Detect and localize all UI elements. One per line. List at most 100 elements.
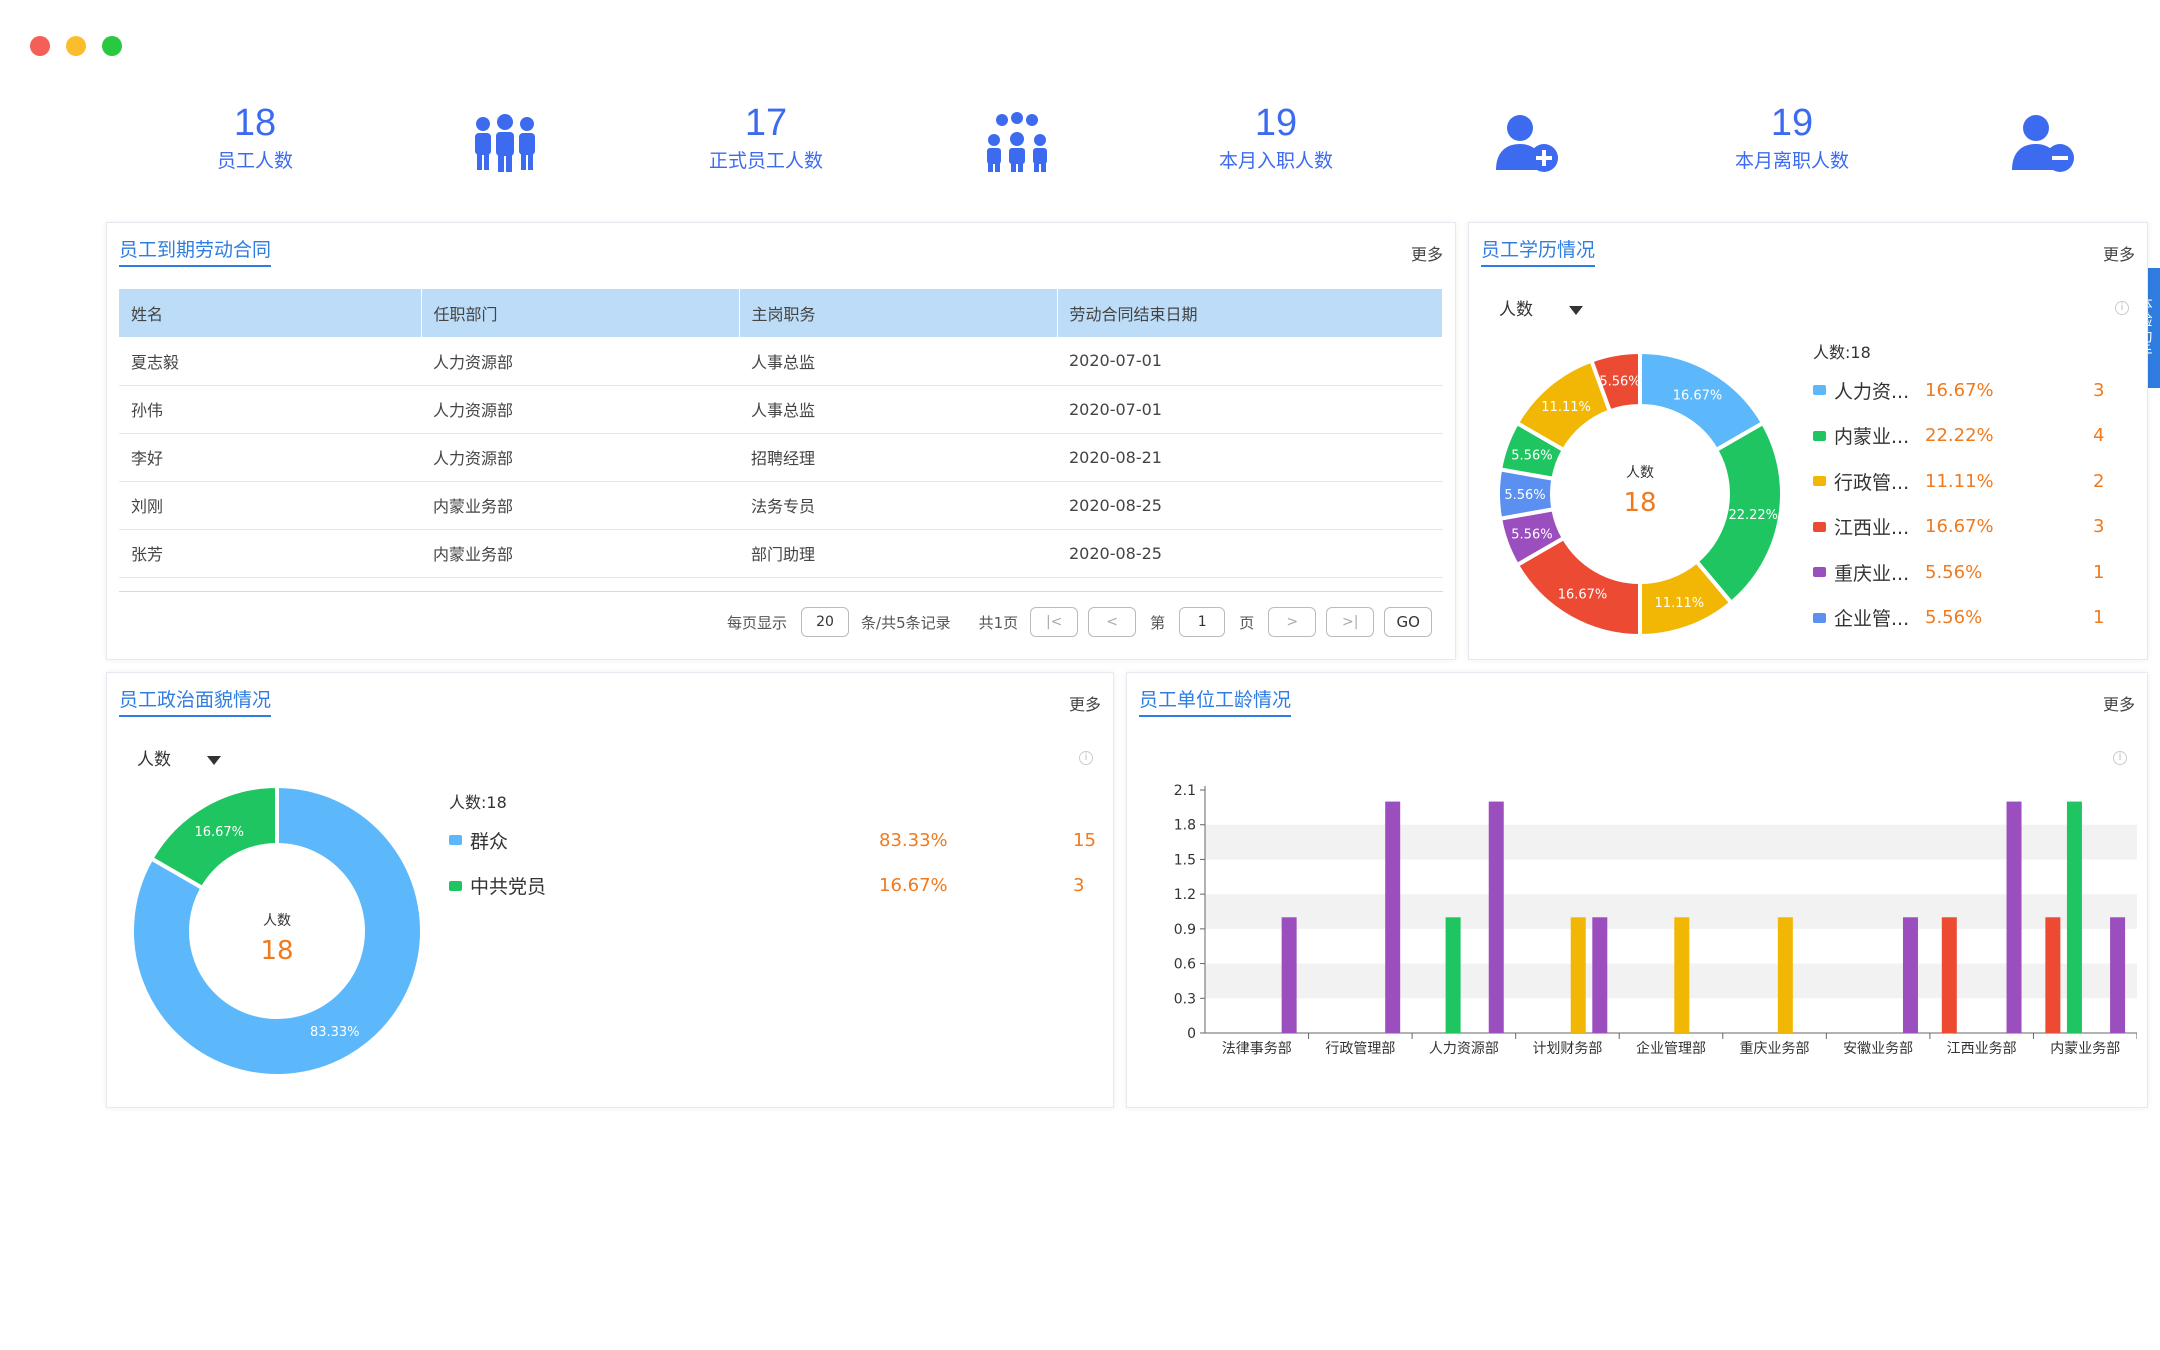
x-tick-label: 重庆业务部 bbox=[1740, 1041, 1810, 1057]
slice-label: 16.67% bbox=[194, 825, 244, 840]
legend-count: 3 bbox=[2093, 379, 2105, 401]
panel-title[interactable]: 员工学历情况 bbox=[1481, 237, 1596, 267]
bar[interactable] bbox=[2066, 801, 2082, 1033]
group-icon bbox=[987, 112, 1047, 172]
grid-band bbox=[1205, 824, 2137, 860]
cell: 刘刚 bbox=[119, 481, 421, 530]
zoom-dot[interactable] bbox=[102, 36, 122, 56]
cell: 2020-07-01 bbox=[1057, 337, 1443, 386]
bar[interactable] bbox=[2006, 801, 2022, 1033]
bar[interactable] bbox=[1385, 801, 1401, 1033]
more-link[interactable]: 更多 bbox=[2103, 241, 2135, 265]
cell: 2020-08-25 bbox=[1057, 481, 1443, 530]
last-page-button[interactable]: >| bbox=[1326, 607, 1375, 637]
stat-left-this-month[interactable]: 19 本月离职人数 bbox=[1662, 100, 1922, 174]
table-row[interactable]: 夏志毅 人力资源部 人事总监 2020-07-01 bbox=[119, 337, 1443, 386]
legend-item[interactable]: 江西业... 16.67% 3 bbox=[1813, 512, 2123, 542]
bar[interactable] bbox=[1281, 917, 1297, 1033]
legend-item[interactable]: 企业管... 5.56% 1 bbox=[1813, 603, 2123, 633]
bar[interactable] bbox=[1592, 917, 1608, 1033]
y-tick-label: 2.1 bbox=[1174, 783, 1196, 799]
legend-swatch bbox=[449, 880, 462, 891]
bar[interactable] bbox=[1777, 917, 1793, 1033]
bar[interactable] bbox=[2110, 917, 2126, 1033]
legend-total: 人数:18 bbox=[449, 793, 507, 812]
table-row[interactable]: 李好 人力资源部 招聘经理 2020-08-21 bbox=[119, 433, 1443, 482]
cell: 夏志毅 bbox=[119, 337, 421, 386]
x-tick-label: 人力资源部 bbox=[1429, 1041, 1499, 1057]
cell: 人力资源部 bbox=[421, 433, 739, 482]
minimize-dot[interactable] bbox=[66, 36, 86, 56]
stat-total-employees[interactable]: 18 员工人数 bbox=[125, 100, 385, 174]
panel-title[interactable]: 员工到期劳动合同 bbox=[119, 237, 272, 267]
more-link[interactable]: 更多 bbox=[1411, 241, 1443, 265]
stat-regular-employees[interactable]: 17 正式员工人数 bbox=[636, 100, 896, 174]
legend-swatch bbox=[1813, 430, 1826, 441]
seniority-panel: 员工单位工龄情况 更多 i 0 0.3 0.6 0.9 1.2 1.5 1.8 2.1 法律事务… bbox=[1126, 672, 2148, 1108]
legend-item[interactable]: 行政管... 11.11% 2 bbox=[1813, 466, 2123, 496]
panel-title[interactable]: 员工政治面貌情况 bbox=[119, 687, 272, 717]
politics-donut-chart: 83.33% 16.67% 人数 18 bbox=[130, 783, 424, 1078]
bar[interactable] bbox=[1445, 917, 1461, 1033]
column-header[interactable]: 劳动合同结束日期 bbox=[1057, 289, 1443, 337]
stat-value: 18 bbox=[233, 102, 277, 144]
legend-item[interactable]: 中共党员 16.67% 3 bbox=[449, 871, 1103, 901]
stat-joined-this-month[interactable]: 19 本月入职人数 bbox=[1146, 100, 1406, 174]
panel-title[interactable]: 员工单位工龄情况 bbox=[1139, 687, 1292, 717]
group-icon bbox=[475, 114, 535, 172]
prev-page-button[interactable]: < bbox=[1088, 607, 1137, 637]
column-header[interactable]: 主岗职务 bbox=[739, 289, 1058, 337]
donut-center-label: 人数 bbox=[1626, 465, 1654, 481]
next-page-button[interactable]: > bbox=[1268, 607, 1317, 637]
bar[interactable] bbox=[1570, 917, 1586, 1033]
slice-label: 16.67% bbox=[1558, 588, 1608, 603]
legend-name: 人力资... bbox=[1834, 380, 1910, 403]
x-tick-label: 企业管理部 bbox=[1636, 1040, 1706, 1057]
close-dot[interactable] bbox=[30, 36, 50, 56]
info-icon[interactable]: i bbox=[2115, 301, 2129, 315]
table-row[interactable]: 刘刚 内蒙业务部 法务专员 2020-08-25 bbox=[119, 481, 1443, 530]
first-page-button[interactable]: |< bbox=[1030, 607, 1079, 637]
legend-item[interactable]: 重庆业... 5.56% 1 bbox=[1813, 557, 2123, 587]
slice-label: 5.56% bbox=[1511, 527, 1552, 542]
stat-label: 本月入职人数 bbox=[1218, 150, 1333, 172]
table-row[interactable]: 孙伟 人力资源部 人事总监 2020-07-01 bbox=[119, 385, 1443, 434]
cell: 人力资源部 bbox=[421, 385, 739, 434]
grid-bands bbox=[1205, 824, 2137, 999]
chevron-down-icon bbox=[1569, 305, 1583, 315]
legend-item[interactable]: 内蒙业... 22.22% 4 bbox=[1813, 421, 2123, 451]
slice-label: 5.56% bbox=[1504, 488, 1545, 503]
metric-select[interactable]: 人数 bbox=[1499, 295, 1583, 320]
info-icon[interactable]: i bbox=[2113, 751, 2127, 765]
table-row[interactable]: 张芳 内蒙业务部 部门助理 2020-08-25 bbox=[119, 529, 1443, 578]
bar[interactable] bbox=[2045, 917, 2061, 1033]
legend-item[interactable]: 群众 83.33% 15 bbox=[449, 825, 1103, 855]
legend-swatch bbox=[1813, 567, 1826, 577]
bar[interactable] bbox=[1941, 917, 1957, 1033]
metric-select[interactable]: 人数 bbox=[137, 745, 221, 770]
pages-label: 共1页 bbox=[978, 613, 1019, 632]
more-link[interactable]: 更多 bbox=[2103, 691, 2135, 715]
x-tick-label: 安徽业务部 bbox=[1843, 1041, 1913, 1057]
legend-name: 重庆业... bbox=[1834, 562, 1910, 585]
cell: 张芳 bbox=[119, 529, 421, 578]
cell: 法务专员 bbox=[739, 481, 1057, 530]
column-header[interactable]: 任职部门 bbox=[421, 289, 740, 337]
legend-swatch bbox=[1813, 385, 1826, 395]
more-link[interactable]: 更多 bbox=[1069, 691, 1101, 715]
bar[interactable] bbox=[1488, 801, 1504, 1033]
info-icon[interactable]: i bbox=[1079, 751, 1093, 765]
legend-item[interactable]: 人力资... 16.67% 3 bbox=[1813, 375, 2123, 405]
grid-band bbox=[1205, 894, 2137, 929]
go-button[interactable]: GO bbox=[1384, 607, 1433, 637]
per-page-input[interactable]: 20 bbox=[801, 607, 850, 637]
column-header[interactable]: 姓名 bbox=[119, 289, 422, 337]
legend-count: 1 bbox=[2093, 607, 2105, 628]
legend-name: 内蒙业... bbox=[1834, 426, 1910, 448]
bar[interactable] bbox=[1674, 917, 1690, 1033]
cell: 招聘经理 bbox=[739, 433, 1057, 482]
bar[interactable] bbox=[1902, 917, 1918, 1033]
legend-percent: 16.67% bbox=[879, 875, 948, 896]
page-input[interactable]: 1 bbox=[1179, 607, 1226, 637]
page-prefix: 第 bbox=[1150, 613, 1166, 632]
